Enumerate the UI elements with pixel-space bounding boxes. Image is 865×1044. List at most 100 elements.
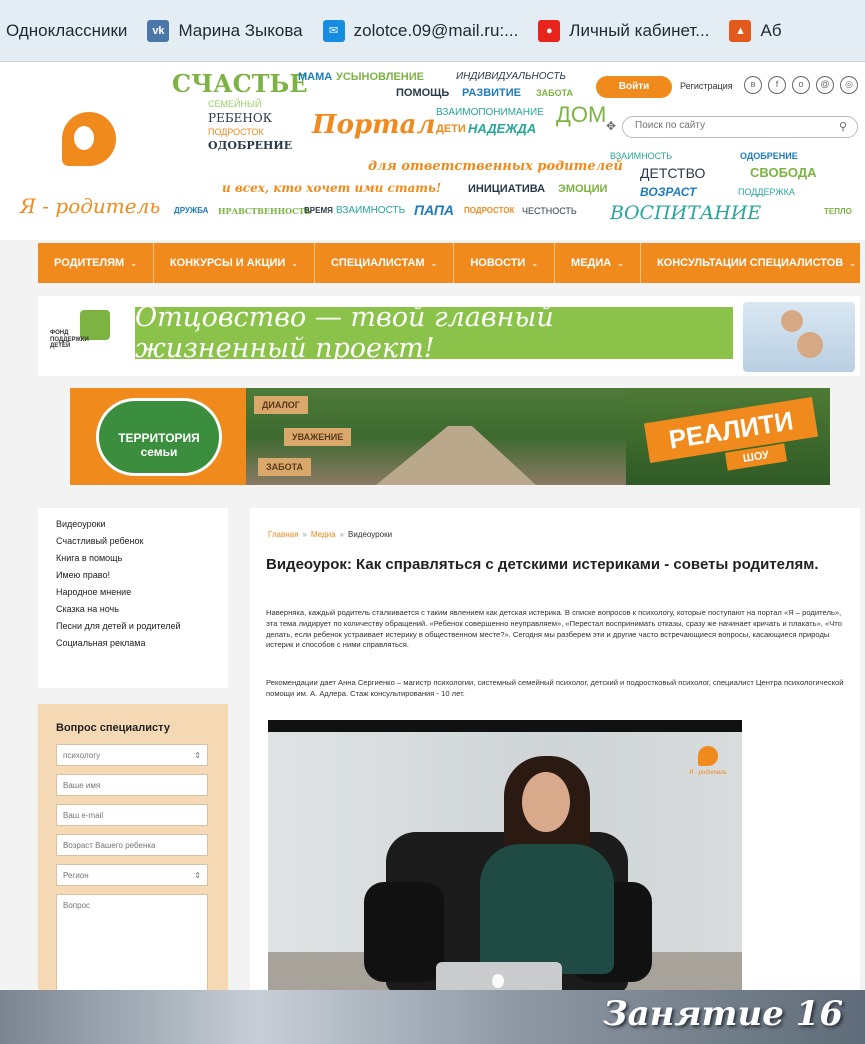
search-icon[interactable]: ⚲ bbox=[839, 120, 847, 133]
nav-item-label: КОНСУЛЬТАЦИИ СПЕЦИАЛИСТОВ bbox=[656, 257, 844, 269]
mailru-social-icon[interactable]: @ bbox=[816, 76, 834, 94]
sidebar-item-social-ads[interactable]: Социальная реклама bbox=[56, 635, 228, 652]
video-player[interactable]: Я - родитель bbox=[268, 720, 742, 990]
sidebar-item-book-help[interactable]: Книга в помощь bbox=[56, 550, 228, 567]
email-input[interactable] bbox=[56, 804, 208, 826]
speaker-face bbox=[522, 772, 570, 832]
chevron-down-icon: ⌄ bbox=[291, 258, 298, 268]
bookmark-label: zolotce.09@mail.ru:... bbox=[353, 20, 519, 40]
logo-mark-icon bbox=[62, 112, 116, 166]
walkway-shape bbox=[376, 426, 536, 485]
mail-icon: ✉ bbox=[322, 19, 345, 42]
sidebar-item-have-right[interactable]: Имею право! bbox=[56, 567, 228, 584]
bookmark-ab[interactable]: ▲ Аб bbox=[729, 19, 782, 42]
tag-respect: УВАЖЕНИЕ bbox=[284, 428, 352, 446]
cloud-word: ВЗАИМНОСТЬ bbox=[610, 151, 673, 161]
login-button[interactable]: Войти bbox=[596, 76, 672, 98]
select-value: психологу bbox=[63, 750, 101, 760]
sidebar-item-happy-child[interactable]: Счастливый ребенок bbox=[56, 533, 228, 550]
sidebar-item-public-opinion[interactable]: Народное мнение bbox=[56, 584, 228, 601]
bookmark-label: Одноклассники bbox=[6, 20, 128, 40]
cloud-word: ВРЕМЯ bbox=[304, 206, 333, 215]
territory-badge: ТЕРРИТОРИЯ семьи bbox=[96, 398, 222, 476]
facebook-social-icon[interactable]: f bbox=[768, 76, 786, 94]
cloud-word: УСЫНОВЛЕНИЕ bbox=[336, 71, 424, 83]
sidebar-item-bedtime-story[interactable]: Сказка на ночь bbox=[56, 601, 228, 618]
site-search: ⚲ bbox=[622, 116, 858, 138]
cloud-word: ДОМ bbox=[556, 102, 607, 127]
sidebar-item-songs[interactable]: Песни для детей и родителей bbox=[56, 618, 228, 635]
question-form: Вопрос специалисту психологу ⇕ Регион ⇕ bbox=[38, 704, 228, 990]
cloud-word: ТЕПЛО bbox=[824, 207, 852, 216]
chevron-down-icon: ⌄ bbox=[430, 258, 438, 268]
fatherhood-banner[interactable]: ФОНД ПОДДЕРЖКИ ДЕТЕЙ Отцовство — твой гл… bbox=[38, 296, 860, 376]
word-cloud: СЧАСТЬЕ МАМА УСЫНОВЛЕНИЕ ИНДИВИДУАЛЬНОСТ… bbox=[172, 68, 623, 218]
breadcrumb: Главная» Медиа» Видеоуроки bbox=[268, 530, 392, 539]
odnoklassniki-social-icon[interactable]: о bbox=[792, 76, 810, 94]
social-links: в f о @ ◎ bbox=[744, 76, 864, 94]
vk-social-icon[interactable]: в bbox=[744, 76, 762, 94]
breadcrumb-home[interactable]: Главная bbox=[268, 530, 298, 539]
cloud-word: НРАВСТВЕННОСТЬ bbox=[218, 206, 312, 216]
cloud-word: ДРУЖБА bbox=[174, 206, 209, 215]
family-territory-banner[interactable]: ТЕРРИТОРИЯ семьи ДИАЛОГ УВАЖЕНИЕ ЗАБОТА … bbox=[70, 388, 830, 485]
breadcrumb-media[interactable]: Медиа bbox=[311, 530, 336, 539]
main-nav: РОДИТЕЛЯМ ⌄ КОНКУРСЫ И АКЦИИ ⌄ СПЕЦИАЛИС… bbox=[38, 243, 860, 283]
cloud-word: ОДОБРЕНИЕ bbox=[740, 151, 798, 161]
question-textarea[interactable] bbox=[56, 894, 208, 990]
site-logo[interactable]: Я - родитель bbox=[10, 102, 160, 232]
fund-logo: ФОНД ПОДДЕРЖКИ ДЕТЕЙ bbox=[50, 306, 114, 366]
laptop bbox=[436, 962, 562, 990]
name-input[interactable] bbox=[56, 774, 208, 796]
tag-care: ЗАБОТА bbox=[258, 458, 312, 476]
nav-item-contests[interactable]: КОНКУРСЫ И АКЦИИ ⌄ bbox=[154, 243, 315, 283]
search-input[interactable] bbox=[635, 120, 825, 131]
portal-label: Портал bbox=[312, 110, 436, 140]
cloud-word: ПОДРОСТОК bbox=[208, 127, 264, 137]
nav-item-parents[interactable]: РОДИТЕЛЯМ ⌄ bbox=[38, 243, 154, 283]
father-figure bbox=[797, 332, 823, 358]
breadcrumb-current: Видеоуроки bbox=[347, 530, 393, 539]
cloud-word: ДЕТИ bbox=[436, 123, 466, 135]
cloud-word: ДЕТСТВО bbox=[640, 165, 706, 181]
nav-item-specialists[interactable]: СПЕЦИАЛИСТАМ ⌄ bbox=[315, 243, 455, 283]
crosshair-icon: ✥ bbox=[606, 119, 617, 133]
bookmark-mail[interactable]: ✉ zolotce.09@mail.ru:... bbox=[322, 19, 519, 42]
instagram-social-icon[interactable]: ◎ bbox=[840, 76, 858, 94]
bookmark-vk[interactable]: vk Марина Зыкова bbox=[147, 19, 303, 42]
child-figure bbox=[781, 310, 803, 332]
ab-icon: ▲ bbox=[729, 19, 752, 42]
cloud-word: ПОДДЕРЖКА bbox=[738, 187, 795, 197]
cloud-word: ПАПА bbox=[414, 202, 455, 218]
register-link[interactable]: Регистрация bbox=[680, 81, 733, 91]
forest-scene: ДИАЛОГ УВАЖЕНИЕ ЗАБОТА bbox=[246, 388, 666, 485]
logo-mark-icon bbox=[698, 746, 718, 766]
nav-item-media[interactable]: МЕДИА ⌄ bbox=[555, 243, 641, 283]
sidebar-item-video-lessons[interactable]: Видеоуроки bbox=[56, 516, 228, 533]
bookmark-label: Аб bbox=[760, 20, 782, 40]
red-square-icon: ● bbox=[538, 19, 561, 42]
child-age-input[interactable] bbox=[56, 834, 208, 856]
sidebar-menu: Видеоуроки Счастливый ребенок Книга в по… bbox=[38, 508, 228, 688]
cloud-word: ВОЗРАСТ bbox=[640, 185, 697, 199]
family-photo bbox=[743, 302, 855, 372]
cloud-word: ЭМОЦИИ bbox=[558, 183, 608, 195]
cloud-word: ИНИЦИАТИВА bbox=[468, 183, 546, 195]
select-arrows-icon: ⇕ bbox=[194, 750, 201, 760]
region-select[interactable]: Регион ⇕ bbox=[56, 864, 208, 886]
chevron-down-icon: ⌄ bbox=[849, 258, 856, 268]
bookmark-cabinet[interactable]: ● Личный кабинет... bbox=[538, 19, 709, 42]
specialist-select[interactable]: психологу ⇕ bbox=[56, 744, 208, 766]
banner-slogan: Отцовство — твой главный жизненный проек… bbox=[135, 302, 733, 364]
cloud-word: ВЗАИМНОСТЬ bbox=[336, 205, 406, 216]
tagline-1: для ответственных родителей bbox=[368, 159, 623, 174]
cloud-word: СЧАСТЬЕ bbox=[172, 69, 308, 98]
bookmark-odnoklassniki[interactable]: Одноклассники bbox=[6, 21, 127, 41]
cloud-word: ЗАБОТА bbox=[536, 88, 574, 98]
nav-item-news[interactable]: НОВОСТИ ⌄ bbox=[454, 243, 556, 283]
select-arrows-icon: ⇕ bbox=[194, 870, 201, 880]
nav-item-consultations[interactable]: КОНСУЛЬТАЦИИ СПЕЦИАЛИСТОВ ⌄ bbox=[641, 243, 865, 283]
select-value: Регион bbox=[63, 870, 89, 880]
site-header: Я - родитель СЧАСТЬЕ МАМА УСЫНОВЛЕНИЕ ИН… bbox=[0, 62, 865, 240]
nav-item-label: МЕДИА bbox=[571, 257, 612, 269]
